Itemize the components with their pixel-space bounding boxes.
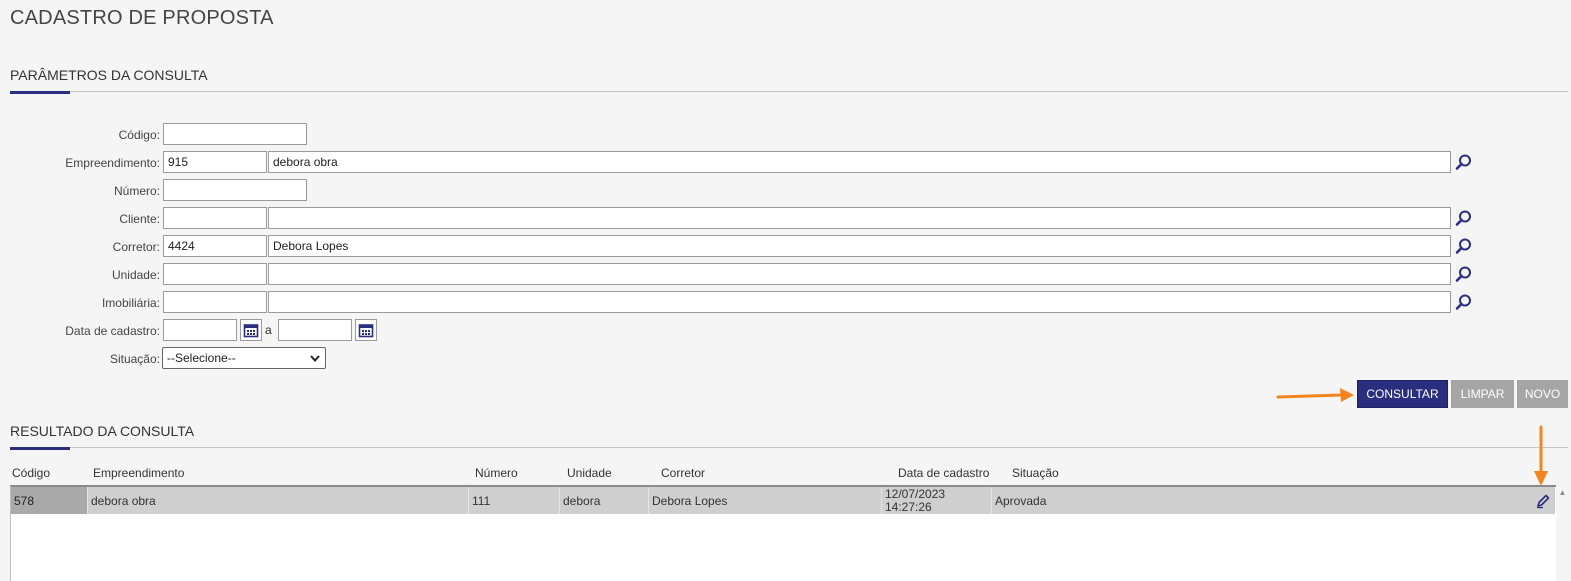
empreendimento-label: Empreendimento: [65,156,160,170]
cliente-name-input[interactable] [268,207,1451,229]
situacao-selected-value: --Selecione-- [167,351,236,365]
situacao-label: Situação: [109,352,160,366]
numero-input[interactable] [163,179,307,201]
empreendimento-code-input[interactable] [163,151,267,173]
data-cadastro-to-input[interactable] [278,319,352,341]
corretor-name-input[interactable] [268,235,1451,257]
table-row[interactable]: 578 debora obra 111 debora Debora Lopes … [11,487,1555,514]
empreendimento-search-icon[interactable] [1453,151,1475,173]
cell-data-time: 14:27:26 [885,499,932,514]
cliente-search-icon[interactable] [1453,207,1475,229]
page-title: CADASTRO DE PROPOSTA [10,7,274,29]
codigo-label: Código: [118,128,160,142]
col-header-situacao[interactable]: Situação [1012,466,1059,480]
edit-pencil-icon[interactable] [1531,487,1555,514]
scroll-up-icon[interactable]: ▲ [1557,488,1568,502]
col-header-codigo[interactable]: Código [12,466,50,480]
unidade-name-input[interactable] [268,263,1451,285]
col-header-numero[interactable]: Número [475,466,518,480]
cell-data-cadastro: 12/07/2023 14:27:26 [882,487,992,514]
numero-label: Número: [113,184,160,198]
corretor-label: Corretor: [112,240,160,254]
imobiliaria-code-input[interactable] [163,291,267,313]
imobiliaria-search-icon[interactable] [1453,291,1475,313]
cell-codigo: 578 [11,487,88,514]
data-cadastro-from-input[interactable] [163,319,237,341]
params-section-accent [10,91,70,94]
cliente-code-input[interactable] [163,207,267,229]
data-cadastro-label: Data de cadastro: [65,324,160,338]
data-cadastro-from-calendar-icon[interactable] [240,319,262,341]
col-header-data-cadastro[interactable]: Data de cadastro [898,466,989,480]
empreendimento-name-input[interactable] [268,151,1451,173]
data-cadastro-to-calendar-icon[interactable] [355,319,377,341]
col-header-corretor[interactable]: Corretor [661,466,705,480]
consultar-button[interactable]: CONSULTAR [1357,380,1448,408]
situacao-select[interactable]: --Selecione-- [162,347,326,369]
unidade-label: Unidade: [111,268,160,282]
corretor-search-icon[interactable] [1453,235,1475,257]
imobiliaria-label: Imobiliária: [101,296,160,310]
novo-button[interactable]: NOVO [1517,380,1568,408]
codigo-input[interactable] [163,123,307,145]
cliente-label: Cliente: [119,212,160,226]
orange-arrow-to-consultar [1276,388,1354,402]
unidade-code-input[interactable] [163,263,267,285]
params-section-rule [10,91,1568,92]
cell-data-date: 12/07/2023 [885,486,946,501]
cell-corretor: Debora Lopes [649,487,882,514]
results-section-title: RESULTADO DA CONSULTA [10,423,195,439]
cell-empreendimento: debora obra [88,487,469,514]
results-section-rule [10,447,1568,448]
limpar-button[interactable]: LIMPAR [1451,380,1514,408]
cell-numero: 111 [469,487,560,514]
cell-situacao: Aprovada [995,493,1047,508]
chevron-down-icon [309,352,321,367]
cell-unidade: debora [560,487,649,514]
corretor-code-input[interactable] [163,235,267,257]
results-section-accent [10,447,70,450]
col-header-unidade[interactable]: Unidade [567,466,612,480]
data-cadastro-separator: a [265,323,272,337]
unidade-search-icon[interactable] [1453,263,1475,285]
params-section-title: PARÂMETROS DA CONSULTA [10,67,208,83]
col-header-empreendimento[interactable]: Empreendimento [93,466,184,480]
orange-arrow-to-edit [1534,425,1548,486]
imobiliaria-name-input[interactable] [268,291,1451,313]
